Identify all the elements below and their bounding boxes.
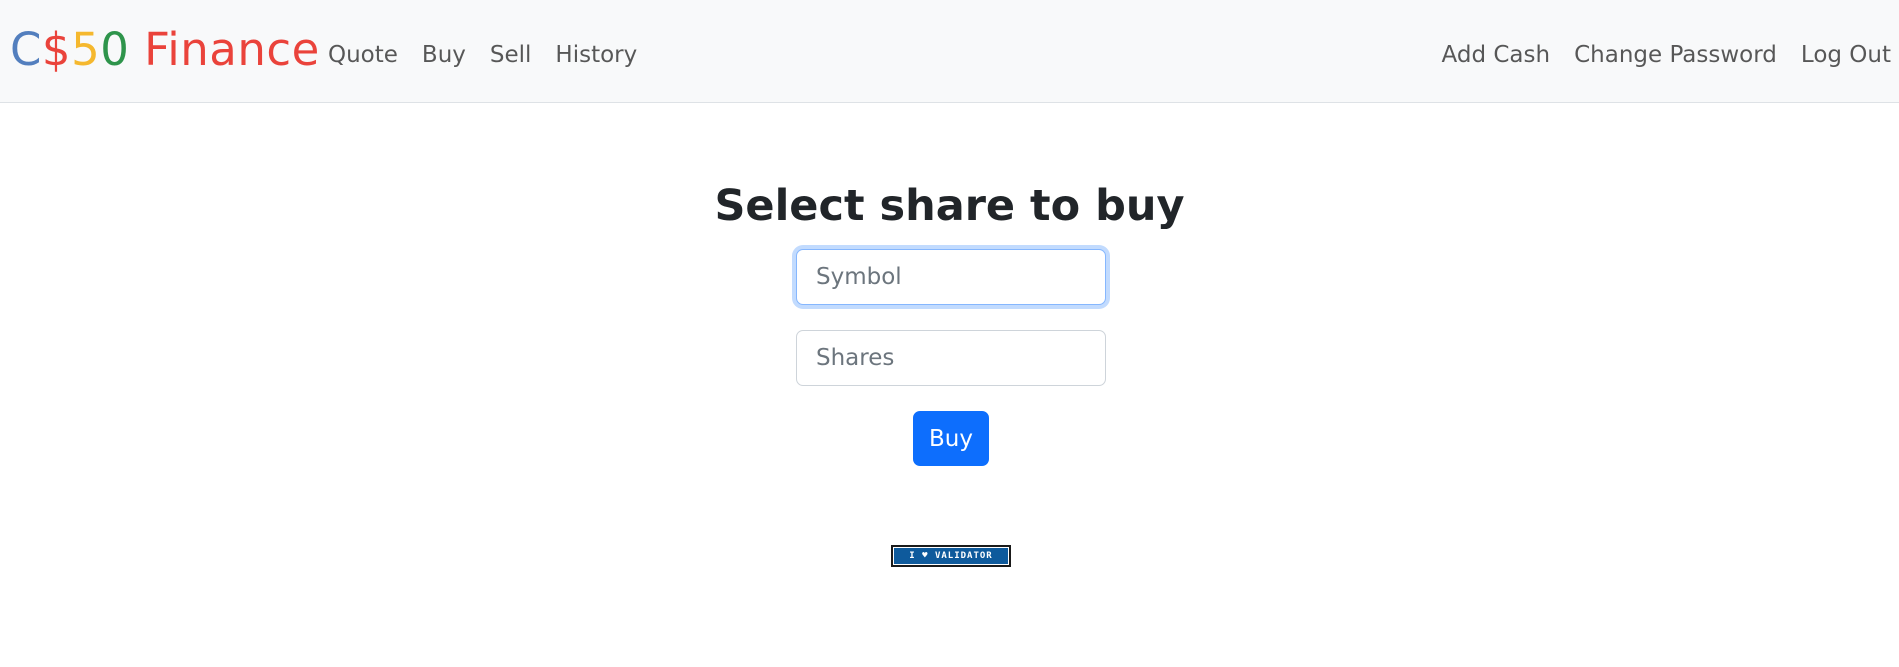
page-title: Select share to buy [714, 181, 1185, 231]
nav-link-history[interactable]: History [543, 38, 649, 72]
brand-logo[interactable]: C$50 Finance [10, 22, 320, 78]
nav-link-add-cash[interactable]: Add Cash [1430, 38, 1563, 72]
nav-left: Quote Buy Sell History [328, 38, 649, 72]
nav-right: Add Cash Change Password Log Out [1430, 38, 1899, 72]
nav-link-log-out[interactable]: Log Out [1789, 38, 1899, 72]
brand-letter-c: C [10, 23, 42, 76]
nav-link-change-password[interactable]: Change Password [1562, 38, 1789, 72]
brand-letter-5: 5 [71, 23, 101, 76]
brand-letter-0: 0 [100, 23, 130, 76]
validator-badge[interactable]: I ♥ VALIDATOR [891, 545, 1011, 567]
symbol-input[interactable] [796, 249, 1106, 305]
brand-word-finance: Finance [129, 23, 320, 76]
brand-letter-dollar: $ [41, 23, 72, 76]
validator-badge-label: I ♥ VALIDATOR [894, 548, 1008, 564]
navbar: C$50 Finance Quote Buy Sell History Add … [0, 0, 1899, 103]
shares-input[interactable] [796, 330, 1106, 386]
nav-link-buy[interactable]: Buy [410, 38, 478, 72]
buy-button[interactable]: Buy [913, 411, 989, 466]
nav-link-quote[interactable]: Quote [328, 38, 410, 72]
nav-link-sell[interactable]: Sell [478, 38, 544, 72]
